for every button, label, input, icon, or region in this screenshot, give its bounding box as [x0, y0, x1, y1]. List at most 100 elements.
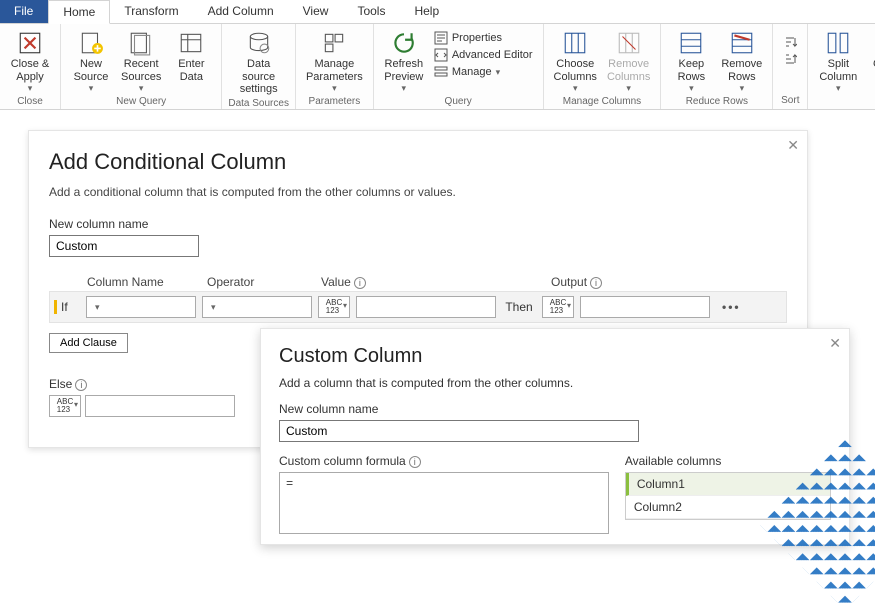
remove-rows-icon: [729, 30, 755, 56]
properties-label: Properties: [452, 32, 502, 44]
group-data-sources-label: Data Sources: [228, 96, 289, 112]
hdr-output: Output: [551, 275, 587, 289]
new-source-label: New Source: [74, 58, 109, 83]
recent-sources-icon: [128, 30, 154, 56]
new-column-name-input[interactable]: [49, 235, 199, 257]
group-manage-columns-label: Manage Columns: [563, 94, 641, 110]
close-icon[interactable]: ✕: [787, 137, 799, 154]
else-type-dropdown[interactable]: ABC 123: [49, 395, 81, 417]
tab-transform[interactable]: Transform: [110, 0, 193, 23]
data-source-settings-label: Data source settings: [232, 58, 285, 96]
remove-columns-icon: [616, 30, 642, 56]
keep-rows-button[interactable]: Keep Rows: [667, 26, 715, 94]
available-columns-label: Available columns: [625, 454, 831, 468]
tab-add-column[interactable]: Add Column: [194, 0, 289, 23]
dialog2-subtitle: Add a column that is computed from the o…: [279, 376, 831, 390]
remove-columns-button[interactable]: Remove Columns: [603, 26, 654, 94]
new-source-button[interactable]: New Source: [67, 26, 115, 94]
split-column-icon: [825, 30, 851, 56]
enter-data-button[interactable]: Enter Data: [167, 26, 215, 83]
manage-label: Manage: [452, 66, 492, 78]
dialog-title: Add Conditional Column: [49, 149, 787, 175]
info-icon[interactable]: i: [354, 277, 366, 289]
info-icon[interactable]: i: [590, 277, 602, 289]
choose-columns-label: Choose Columns: [554, 58, 597, 83]
data-source-settings-icon: [246, 30, 272, 56]
advanced-editor-label: Advanced Editor: [452, 49, 533, 61]
new-source-icon: [78, 30, 104, 56]
remove-columns-label: Remove Columns: [607, 58, 650, 83]
then-label: Then: [502, 300, 536, 314]
hdr-column-name: Column Name: [83, 275, 203, 289]
formula-label: Custom column formulai: [279, 454, 609, 468]
value-type-dropdown[interactable]: ABC 123: [318, 296, 350, 318]
advanced-editor-icon: [434, 48, 448, 62]
close-icon[interactable]: ✕: [829, 335, 841, 352]
group-by-button[interactable]: Group By: [864, 26, 875, 83]
new-column-name-label-2: New column name: [279, 402, 831, 416]
refresh-icon: [391, 30, 417, 56]
dialog-subtitle: Add a conditional column that is compute…: [49, 185, 787, 199]
group-sort-label: Sort: [781, 93, 799, 109]
group-parameters-label: Parameters: [309, 94, 361, 110]
column-name-dropdown[interactable]: [86, 296, 196, 318]
manage-button[interactable]: Manage: [430, 64, 537, 80]
enter-data-icon: [178, 30, 204, 56]
keep-rows-icon: [678, 30, 704, 56]
value-input[interactable]: [356, 296, 496, 318]
tab-view[interactable]: View: [289, 0, 344, 23]
add-clause-button[interactable]: Add Clause: [49, 333, 128, 353]
formula-input[interactable]: =: [279, 472, 609, 534]
sort-asc-button[interactable]: [779, 34, 801, 50]
ribbon-tabs: File Home Transform Add Column View Tool…: [0, 0, 875, 24]
sort-desc-button[interactable]: [779, 51, 801, 67]
properties-button[interactable]: Properties: [430, 30, 537, 46]
hdr-operator: Operator: [203, 275, 317, 289]
condition-row: If ABC 123 Then ABC 123 •••: [49, 291, 787, 323]
close-apply-label: Close & Apply: [11, 58, 50, 83]
tab-help[interactable]: Help: [400, 0, 454, 23]
recent-sources-button[interactable]: Recent Sources: [117, 26, 165, 94]
operator-dropdown[interactable]: [202, 296, 312, 318]
hdr-value: Value: [321, 275, 351, 289]
info-icon[interactable]: i: [75, 379, 87, 391]
remove-rows-button[interactable]: Remove Rows: [717, 26, 766, 94]
choose-columns-button[interactable]: Choose Columns: [550, 26, 601, 94]
row-more-button[interactable]: •••: [716, 300, 747, 314]
recent-sources-label: Recent Sources: [121, 58, 161, 83]
close-apply-icon: [17, 30, 43, 56]
tab-home[interactable]: Home: [48, 0, 110, 24]
advanced-editor-button[interactable]: Advanced Editor: [430, 47, 537, 63]
split-column-button[interactable]: Split Column: [814, 26, 862, 94]
sort-asc-icon: [783, 35, 797, 49]
choose-columns-icon: [562, 30, 588, 56]
refresh-preview-label: Refresh Preview: [384, 58, 423, 83]
new-column-name-label: New column name: [49, 217, 787, 231]
group-close-label: Close: [17, 94, 43, 110]
output-type-dropdown[interactable]: ABC 123: [542, 296, 574, 318]
tab-file[interactable]: File: [0, 0, 48, 23]
custom-column-dialog: ✕ Custom Column Add a column that is com…: [260, 328, 850, 545]
keep-rows-label: Keep Rows: [678, 58, 706, 83]
dialog2-title: Custom Column: [279, 345, 831, 368]
manage-icon: [434, 65, 448, 79]
info-icon[interactable]: i: [409, 456, 421, 468]
output-input[interactable]: [580, 296, 710, 318]
sort-desc-icon: [783, 52, 797, 66]
manage-parameters-button[interactable]: Manage Parameters: [302, 26, 367, 94]
tab-tools[interactable]: Tools: [343, 0, 400, 23]
new-column-name-input-2[interactable]: [279, 420, 639, 442]
group-reduce-rows-label: Reduce Rows: [686, 94, 748, 110]
close-apply-button[interactable]: Close & Apply: [6, 26, 54, 94]
manage-parameters-icon: [321, 30, 347, 56]
properties-icon: [434, 31, 448, 45]
remove-rows-label: Remove Rows: [721, 58, 762, 83]
group-query-label: Query: [445, 94, 472, 110]
if-label: If: [54, 300, 80, 314]
split-column-label: Split Column: [819, 58, 857, 83]
group-new-query-label: New Query: [116, 94, 166, 110]
ribbon: Close & Apply Close New Source Recent So…: [0, 24, 875, 110]
else-input[interactable]: [85, 395, 235, 417]
refresh-preview-button[interactable]: Refresh Preview: [380, 26, 428, 94]
data-source-settings-button[interactable]: Data source settings: [228, 26, 289, 96]
